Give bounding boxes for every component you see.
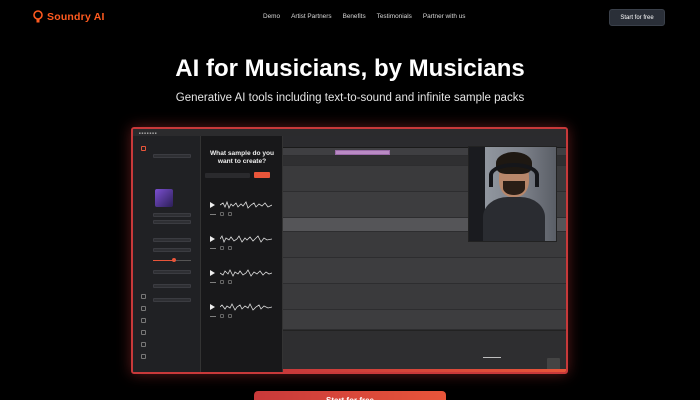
play-icon [210, 270, 215, 276]
mode-select [153, 298, 191, 302]
like-icon [220, 246, 224, 250]
creativity-field [153, 248, 191, 252]
webcam-overlay [468, 146, 557, 242]
audio-clip [335, 150, 390, 155]
hero-start-button[interactable]: Start for free [254, 391, 446, 400]
creativity-slider-fill [153, 260, 173, 261]
waveform-icon [220, 269, 272, 277]
generate-button [254, 172, 270, 178]
nav-link-artist-partners[interactable]: Artist Partners [291, 13, 332, 20]
status-bar [283, 369, 566, 372]
sample-meta: ▬▬ [210, 314, 232, 318]
play-icon [210, 304, 215, 310]
play-icon [210, 236, 215, 242]
nav-icon [141, 330, 146, 335]
detail-pane-hint: ▬▬▬▬▬▬ [483, 355, 501, 359]
like-icon [220, 314, 224, 318]
hero-subtitle: Generative AI tools including text-to-so… [175, 92, 525, 104]
sample-meta-label: ▬▬ [210, 212, 216, 216]
nav-icon [141, 294, 146, 299]
soundry-logo-icon [33, 10, 43, 23]
brand-logo[interactable]: Soundry AI [33, 10, 105, 23]
key-select [153, 284, 191, 288]
sample-meta-label: ▬▬ [210, 280, 216, 284]
type-select [153, 238, 191, 242]
headphones-icon [489, 163, 539, 187]
nav-link-partner-with-us[interactable]: Partner with us [423, 13, 466, 20]
daw-detail-pane [283, 330, 566, 372]
nav-link-demo[interactable]: Demo [263, 13, 280, 20]
download-icon [228, 212, 232, 216]
account-box [153, 154, 191, 158]
sample-item: ▬▬ [210, 301, 272, 325]
like-icon [220, 212, 224, 216]
nav-link-benefits[interactable]: Benefits [343, 13, 366, 20]
prompt-question: What sample do you want to create? [209, 150, 275, 165]
nav-icon [141, 342, 146, 347]
sample-meta-label: ▬▬ [210, 246, 216, 250]
waveform-icon [220, 235, 272, 243]
like-icon [220, 280, 224, 284]
daw-track [283, 258, 566, 284]
sample-meta: ▬▬ [210, 212, 232, 216]
pack-field [153, 213, 191, 217]
download-icon [228, 314, 232, 318]
sample-item: ▬▬ [210, 267, 272, 291]
sample-item: ▬▬ [210, 199, 272, 223]
sample-generator-panel: What sample do you want to create? ▬▬ ▬▬… [201, 136, 283, 372]
play-icon [210, 202, 215, 208]
hero-title: AI for Musicians, by Musicians [175, 55, 525, 82]
person-body [483, 197, 545, 241]
brand-name: Soundry AI [47, 10, 105, 23]
waveform-icon [220, 201, 272, 209]
menu-item: ■ ■ ■ ■ ■ ■ ■ [139, 130, 157, 135]
top-nav: Soundry AI Demo Artist Partners Benefits… [0, 0, 700, 34]
download-icon [228, 280, 232, 284]
sample-item: ▬▬ [210, 233, 272, 257]
waveform-icon [220, 303, 272, 311]
app-logo-icon [141, 146, 146, 151]
daw-track [283, 310, 566, 330]
demo-screenshot: ■ ■ ■ ■ ■ ■ ■ What sample do you want to… [131, 127, 568, 374]
bpm-field [153, 270, 191, 274]
nav-icon [141, 318, 146, 323]
start-for-free-button[interactable]: Start for free [609, 9, 665, 26]
prompt-input [205, 173, 250, 178]
app-menubar: ■ ■ ■ ■ ■ ■ ■ [133, 129, 566, 136]
nav-links: Demo Artist Partners Benefits Testimonia… [263, 13, 465, 20]
sample-meta: ▬▬ [210, 280, 232, 284]
sample-meta-label: ▬▬ [210, 314, 216, 318]
nav-icon [141, 354, 146, 359]
sample-pack-artwork [155, 189, 173, 207]
download-icon [228, 246, 232, 250]
pack-field [153, 220, 191, 224]
app-left-panel [133, 136, 201, 372]
sample-meta: ▬▬ [210, 246, 232, 250]
daw-track [283, 284, 566, 310]
nav-link-testimonials[interactable]: Testimonials [377, 13, 412, 20]
nav-icon [141, 306, 146, 311]
creativity-slider-knob [172, 258, 176, 262]
